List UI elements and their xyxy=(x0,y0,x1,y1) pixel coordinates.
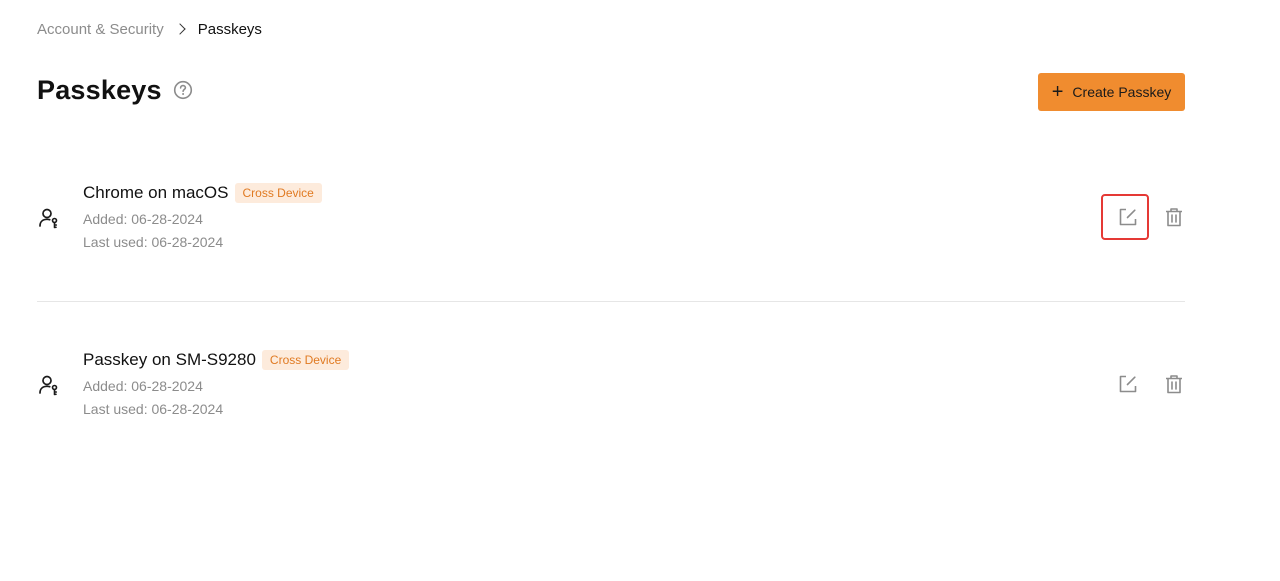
passkey-info: Chrome on macOS Cross Device Added: 06-2… xyxy=(83,181,322,251)
help-icon[interactable] xyxy=(173,80,193,100)
trash-icon[interactable] xyxy=(1162,205,1186,229)
passkey-name: Chrome on macOS xyxy=(83,183,229,202)
passkey-added: Added: 06-28-2024 xyxy=(83,211,203,227)
create-passkey-button[interactable]: + Create Passkey xyxy=(1038,73,1185,111)
cross-device-badge: Cross Device xyxy=(261,350,350,370)
user-key-icon xyxy=(37,373,61,397)
passkeys-page: Account & Security Passkeys Passkeys + C… xyxy=(0,0,1280,581)
page-title: Passkeys xyxy=(37,74,162,105)
user-key-icon xyxy=(37,206,61,230)
edit-icon[interactable] xyxy=(1116,372,1140,396)
chevron-right-icon xyxy=(174,23,186,35)
passkey-last-used: Last used: 06-28-2024 xyxy=(83,234,224,250)
trash-icon[interactable] xyxy=(1162,372,1186,396)
passkey-name-line: Passkey on SM-S9280 Cross Device xyxy=(83,348,350,372)
row-divider xyxy=(37,301,1185,302)
passkey-row: Passkey on SM-S9280 Cross Device Added: … xyxy=(37,345,1185,435)
breadcrumb-account-security[interactable]: Account & Security xyxy=(37,21,164,38)
breadcrumb-current: Passkeys xyxy=(197,20,262,38)
breadcrumb: Account & Security Passkeys xyxy=(37,18,262,40)
passkey-added: Added: 06-28-2024 xyxy=(83,378,203,394)
title-row: Passkeys xyxy=(37,72,193,108)
passkey-last-used: Last used: 06-28-2024 xyxy=(83,401,224,417)
passkey-info: Passkey on SM-S9280 Cross Device Added: … xyxy=(83,348,350,418)
edit-icon[interactable] xyxy=(1116,205,1140,229)
cross-device-badge: Cross Device xyxy=(234,183,322,203)
passkey-row: Chrome on macOS Cross Device Added: 06-2… xyxy=(37,178,1185,268)
create-passkey-label: Create Passkey xyxy=(1072,84,1172,100)
passkey-name: Passkey on SM-S9280 xyxy=(83,350,256,369)
passkey-name-line: Chrome on macOS Cross Device xyxy=(83,181,322,205)
plus-icon: + xyxy=(1051,81,1064,103)
